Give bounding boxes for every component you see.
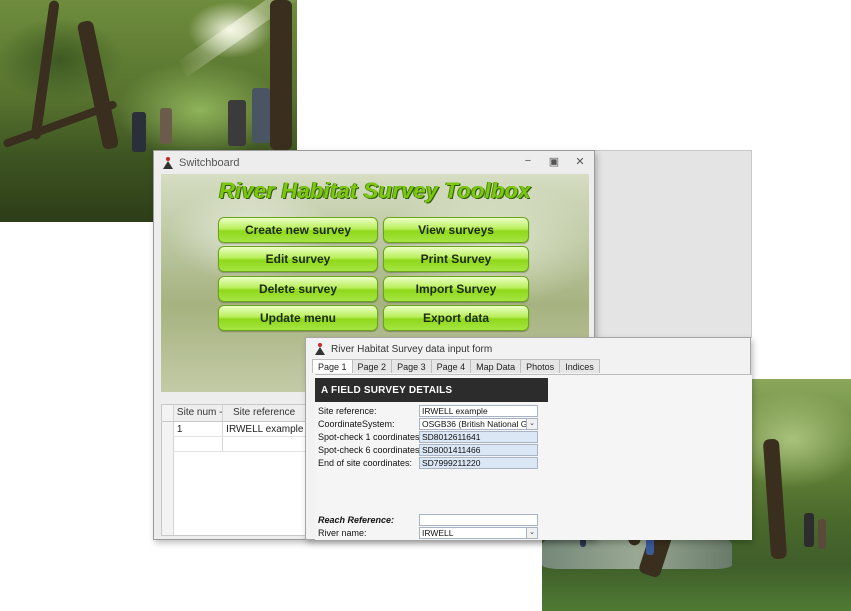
chevron-down-icon[interactable]: ⌄ — [526, 419, 537, 429]
new-record-row[interactable]: ✱ — [162, 437, 306, 452]
switchboard-title: Switchboard — [179, 157, 240, 169]
minimize-icon[interactable]: − — [522, 155, 534, 168]
data-form-titlebar: River Habitat Survey data input form — [306, 338, 750, 360]
tab-page-2[interactable]: Page 2 — [351, 359, 393, 373]
data-input-form-window: River Habitat Survey data input form Pag… — [305, 337, 752, 540]
coordinate-system-select[interactable]: OSGB36 (British National Gr ⌄ — [419, 418, 538, 430]
coordinate-system-label: CoordinateSystem: — [318, 419, 395, 429]
spot-check-6-field[interactable]: SD8001411466 — [419, 444, 538, 456]
import-survey-button[interactable]: Import Survey — [383, 276, 529, 302]
end-of-site-field[interactable]: SD7999211220 — [419, 457, 538, 469]
river-name-value: IRWELL — [422, 528, 454, 538]
reach-reference-label: Reach Reference: — [318, 515, 395, 525]
river-name-label: River name: — [318, 528, 367, 538]
delete-survey-button[interactable]: Delete survey — [218, 276, 378, 302]
app-icon — [314, 343, 326, 355]
view-surveys-button[interactable]: View surveys — [383, 217, 529, 243]
print-survey-button[interactable]: Print Survey — [383, 246, 529, 272]
switchboard-titlebar: Switchboard − ▣ ✕ — [154, 151, 594, 175]
update-menu-button[interactable]: Update menu — [218, 305, 378, 331]
form-page-1: A FIELD SURVEY DETAILS Site reference: I… — [315, 374, 752, 540]
screenshot-canvas: Switchboard − ▣ ✕ River Habitat Survey T… — [0, 0, 851, 611]
background-pane — [595, 150, 752, 338]
tab-page-1[interactable]: Page 1 — [312, 359, 353, 373]
tab-map-data[interactable]: Map Data — [470, 359, 522, 373]
spot-check-1-label: Spot-check 1 coordinates: — [318, 432, 423, 442]
export-data-button[interactable]: Export data — [383, 305, 529, 331]
end-of-site-label: End of site coordinates: — [318, 458, 413, 468]
cell-site-num[interactable]: 1 — [174, 422, 224, 436]
spot-check-6-label: Spot-check 6 coordinates: — [318, 445, 423, 455]
table-row[interactable]: 1 IRWELL example — [162, 422, 306, 437]
section-header: A FIELD SURVEY DETAILS — [315, 378, 548, 402]
restore-icon[interactable]: ▣ — [548, 155, 560, 168]
form-tabs: Page 1 Page 2 Page 3 Page 4 Map Data Pho… — [312, 359, 600, 373]
datasheet-header: Site num - Site reference — [162, 405, 306, 422]
create-survey-button[interactable]: Create new survey — [218, 217, 378, 243]
cell-site-reference[interactable]: IRWELL example — [223, 422, 306, 436]
app-icon — [162, 157, 174, 169]
tab-page-3[interactable]: Page 3 — [391, 359, 432, 373]
coordinate-system-value: OSGB36 (British National Gr — [422, 419, 531, 429]
spot-check-1-field[interactable]: SD8012611641 — [419, 431, 538, 443]
chevron-down-icon[interactable]: ⌄ — [526, 528, 537, 538]
tab-page-4[interactable]: Page 4 — [430, 359, 472, 373]
column-site-num[interactable]: Site num - — [174, 405, 224, 421]
close-icon[interactable]: ✕ — [574, 155, 586, 168]
edit-survey-button[interactable]: Edit survey — [218, 246, 378, 272]
column-site-reference[interactable]: Site reference — [223, 405, 306, 421]
tab-photos[interactable]: Photos — [520, 359, 561, 373]
site-datasheet: Site num - Site reference 1 IRWELL examp… — [161, 404, 307, 536]
river-name-select[interactable]: IRWELL ⌄ — [419, 527, 538, 539]
tab-indices[interactable]: Indices — [559, 359, 600, 373]
site-reference-field[interactable]: IRWELL example — [419, 405, 538, 417]
reach-reference-field[interactable] — [419, 514, 538, 526]
site-reference-label: Site reference: — [318, 406, 377, 416]
data-form-title: River Habitat Survey data input form — [331, 343, 493, 355]
toolbox-heading: River Habitat Survey Toolbox — [219, 178, 531, 203]
